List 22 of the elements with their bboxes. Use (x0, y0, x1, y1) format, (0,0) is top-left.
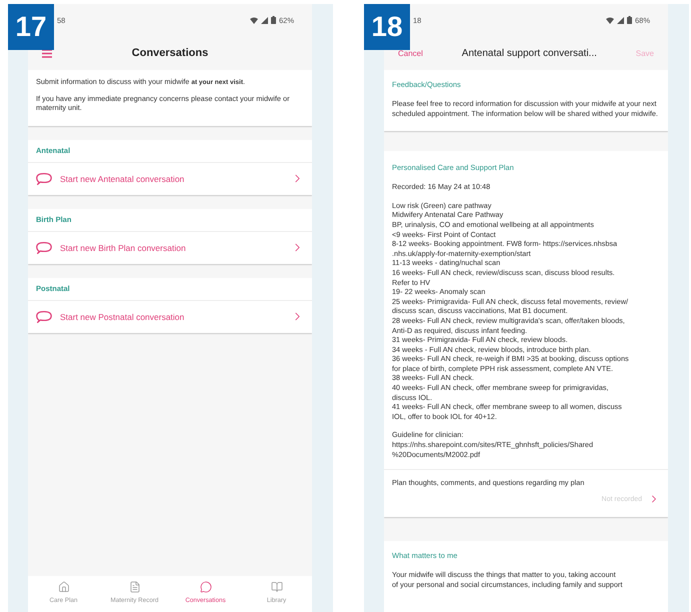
home-icon (58, 581, 70, 593)
book-icon (270, 581, 282, 593)
wifi-icon (250, 16, 258, 24)
signal-icon (616, 16, 624, 24)
cancel-button[interactable]: Cancel (398, 48, 423, 58)
speech-bubble-icon (36, 310, 52, 324)
battery-icon (270, 16, 276, 24)
speech-bubble-icon (200, 581, 212, 593)
step-number: 18 (364, 4, 410, 50)
wifi-icon (606, 16, 614, 24)
menu-icon[interactable] (42, 48, 52, 58)
screen-title: Conversations (132, 47, 208, 59)
start-conversation-row[interactable]: Start new Birth Plan conversation (28, 232, 312, 264)
battery-icon (626, 16, 632, 24)
start-conversation-row[interactable]: Start new Postnatal conversation (28, 300, 312, 333)
speech-bubble-icon (36, 240, 52, 255)
screen-title: Antenatal support conversati... (462, 48, 597, 58)
start-conversation-row[interactable]: Start new Antenatal conversation (28, 162, 312, 195)
document-icon (128, 581, 140, 593)
speech-bubble-icon (36, 172, 52, 186)
step-number: 17 (8, 4, 54, 50)
signal-icon (260, 16, 268, 24)
